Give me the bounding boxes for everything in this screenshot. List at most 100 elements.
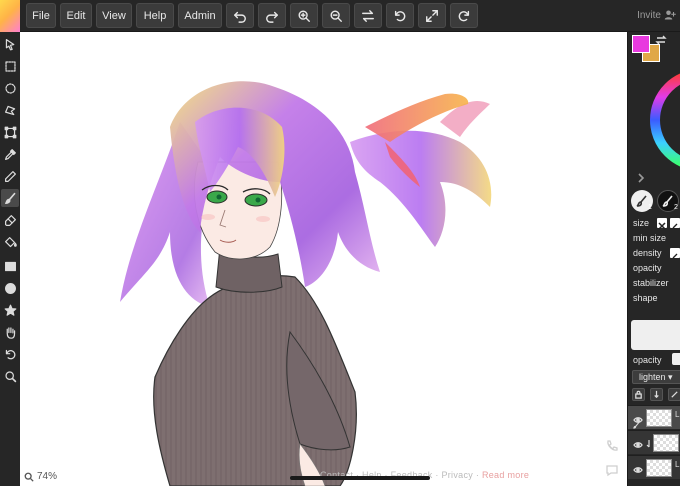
primary-color-swatch[interactable] [632,35,650,53]
zoom-tool[interactable] [1,367,19,385]
layer-row-3[interactable]: L [628,455,680,479]
hand-icon [6,326,15,339]
eraser-icon [4,214,16,226]
star-icon [4,304,16,316]
min-size-label: min size [633,233,667,243]
ellipse-select-tool[interactable] [1,79,19,97]
phone-icon [607,440,618,451]
zoom-out-button[interactable] [322,3,350,28]
eyedropper-tool[interactable] [1,145,19,163]
rect-select-tool[interactable] [1,57,19,75]
clip-icon [671,391,678,398]
move-tool[interactable] [1,35,19,53]
move-icon [5,38,14,50]
zoom-tool-icon [4,370,16,382]
drawing-canvas[interactable]: 74% Contact · Help · Feedback · Privacy … [20,32,627,486]
flip-button[interactable] [354,3,382,28]
fullscreen-button[interactable] [418,3,446,28]
stabilizer-label: stabilizer [633,278,669,288]
transform-icon [4,126,16,138]
size-reset-button[interactable] [657,218,667,230]
visibility-toggle[interactable] [633,461,643,473]
footer-read-more[interactable]: Read more [482,470,529,480]
star-tool[interactable] [1,301,19,319]
lock-layer-button[interactable] [632,388,645,401]
hue-ring [650,73,680,167]
size-label: size [633,218,650,228]
brush-indicator-icon [633,420,641,429]
file-menu[interactable]: File [26,3,56,28]
rotate-ccw-icon [394,10,406,21]
invite-button[interactable]: Invite [637,9,676,21]
lasso-tool[interactable] [1,101,19,119]
rotate-ccw-button[interactable] [386,3,414,28]
layer-opacity-slider[interactable] [672,353,680,365]
expand-button[interactable] [636,170,646,183]
brush-preset-icon [636,195,647,207]
layer-row-2[interactable] [628,430,680,454]
eye-icon [633,467,643,473]
rect-select-icon [4,60,16,72]
blend-mode-select[interactable]: lighten ▾ [632,370,680,384]
layer-name: L [675,460,680,469]
view-menu[interactable]: View [96,3,132,28]
visibility-toggle[interactable] [633,411,643,423]
admin-menu[interactable]: Admin [178,3,222,28]
layer-row-1[interactable]: L [628,405,680,429]
link-icon [672,223,678,229]
merge-down-button[interactable] [650,388,663,401]
clipping-arrow-icon [646,440,650,448]
color-wheel[interactable] [646,62,680,172]
layer-name: L [675,410,680,419]
chat-icon [606,465,618,477]
top-toolbar: File Edit View Help Admin Invite [0,0,680,32]
redo-icon [266,11,278,23]
rotate-view-icon [5,349,15,359]
fill-tool[interactable] [1,233,19,251]
app-logo[interactable] [0,0,20,32]
layer-thumbnail [646,409,672,427]
zoom-level: 74% [37,471,58,482]
zoom-indicator[interactable]: 74% [24,471,57,482]
app-window: File Edit View Help Admin Invite 74% Con… [0,0,680,486]
transform-tool[interactable] [1,123,19,141]
hand-tool[interactable] [1,323,19,341]
ellipse-tool[interactable] [1,279,19,297]
redo-button[interactable] [258,3,286,28]
undo-button[interactable] [226,3,254,28]
pencil-icon [4,170,16,182]
lock-icon [635,390,642,399]
pencil-tool[interactable] [1,167,19,185]
link-icon [672,253,678,259]
rotate-cw-button[interactable] [450,3,478,28]
eye-icon [633,442,643,448]
help-menu[interactable]: Help [136,3,174,28]
zoom-in-button[interactable] [290,3,318,28]
density-link-button[interactable] [670,248,680,259]
brush-icon [4,192,15,204]
edit-menu[interactable]: Edit [60,3,92,28]
rectangle-tool[interactable] [1,257,19,275]
brush-preview [631,320,680,350]
rectangle-icon [4,261,16,271]
magnifier-icon [24,472,34,482]
brush-preset-1-number: 1 [648,204,652,211]
merge-down-icon [654,390,659,399]
chat-icon-button[interactable] [605,463,619,477]
invite-label: Invite [637,9,661,21]
visibility-toggle[interactable] [633,436,643,448]
size-link-button[interactable] [670,218,680,229]
eraser-tool[interactable] [1,211,19,229]
layer-opacity-label: opacity [633,355,662,365]
rotate-view-tool[interactable] [1,345,19,363]
swap-colors-button[interactable] [655,33,667,45]
phone-icon-button[interactable] [605,439,619,453]
clip-layer-button[interactable] [668,388,680,401]
ellipse-icon [4,282,16,294]
artwork-illustration [120,81,492,486]
zoom-out-icon [330,9,342,22]
brush-tool[interactable] [1,189,19,207]
layer-thumbnail [653,434,679,452]
right-panel: 1 2 size min size density opacity stabil… [627,32,680,486]
brush-preset-2-number: 2 [674,204,678,211]
